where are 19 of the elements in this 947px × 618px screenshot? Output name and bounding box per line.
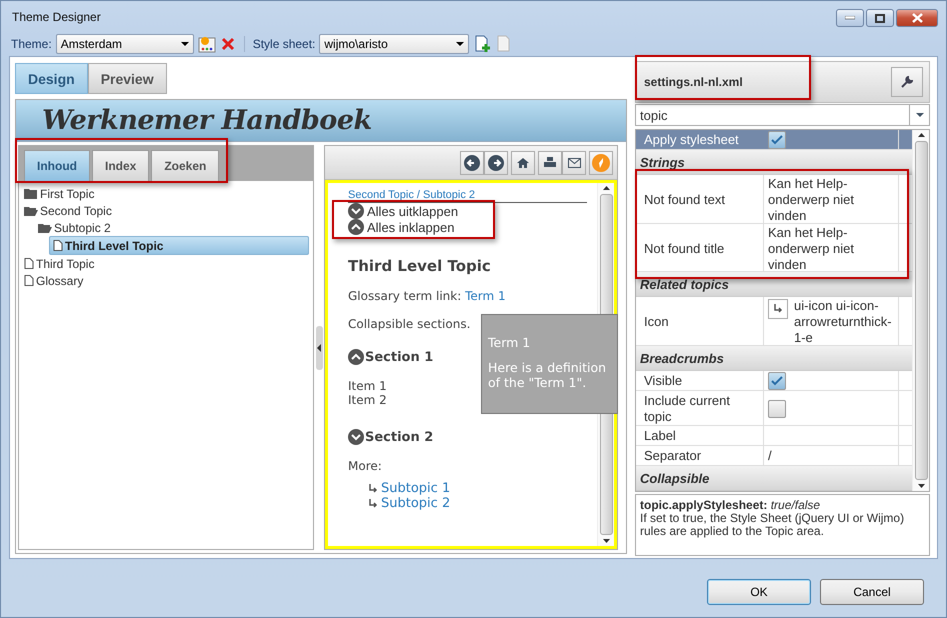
glossary-text: Glossary term link: [348,289,462,303]
banner-title: Werknemer Handboek [42,105,372,136]
section-item: Item 2 [348,393,387,407]
window-title: Theme Designer [12,10,101,24]
property-name: Not found text [636,175,764,226]
section-item: Item 1 [348,379,387,393]
topic-heading: Third Level Topic [348,257,492,275]
body-text: Collapsible sections. [348,317,472,331]
theme-label: Theme: [11,37,52,51]
stylesheet-label: Style sheet: [252,37,316,51]
tooltip-title: Term 1 [488,335,532,350]
more-label: More: [348,459,382,473]
property-name: Label [636,426,764,446]
property-name: Visible [636,370,764,391]
property-name: Apply stylesheet [643,131,740,149]
tooltip-text: Here is a definition of the "Term 1". [488,360,608,390]
property-name: Include current topic [636,390,764,427]
property-description: topic.applyStylesheet: true/false If set to true, the Style Sheet (jQuery UI or Wijmo) rules are applied to the Topic area. [635,494,930,556]
settings-file-name: settings.nl-nl.xml [644,75,743,89]
